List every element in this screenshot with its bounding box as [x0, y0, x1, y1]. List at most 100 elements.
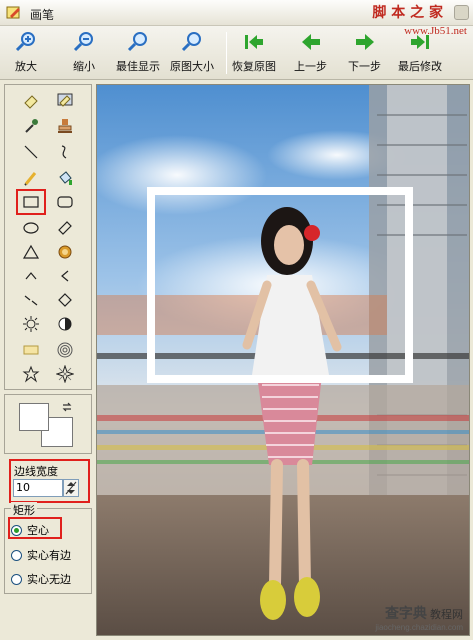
- restore-original-label: 恢复原图: [232, 60, 276, 73]
- half-circle-icon: [58, 317, 72, 331]
- star-tool[interactable]: [17, 363, 45, 385]
- option-filled-no-border[interactable]: 实心无边: [11, 571, 71, 587]
- flower-star-icon: [56, 365, 74, 383]
- half-circle-tool[interactable]: [51, 313, 79, 335]
- color-eraser-icon: [57, 93, 73, 107]
- line-width-input[interactable]: 10: [13, 479, 63, 497]
- redo-label: 下一步: [348, 60, 381, 73]
- original-size-label: 原图大小: [170, 60, 214, 73]
- caret-up-tool[interactable]: [17, 265, 45, 287]
- eraser-tool[interactable]: [17, 89, 45, 111]
- rectangle-icon: [23, 196, 39, 208]
- curve-icon: [61, 145, 67, 159]
- restore-original-button[interactable]: 恢复原图: [232, 30, 276, 78]
- radio-button[interactable]: [11, 549, 22, 561]
- sun-icon: [23, 316, 39, 332]
- pencil-tool[interactable]: [17, 167, 45, 189]
- eyedropper-tool[interactable]: [17, 115, 45, 137]
- rotated-rectangle-icon: [58, 221, 72, 235]
- foreground-color-swatch[interactable]: [19, 403, 49, 431]
- option-hollow-label: 空心: [27, 524, 49, 537]
- image-canvas[interactable]: 查字典 教程网 jiaocheng.chazidian.com: [96, 84, 470, 636]
- left-arrow-icon: [301, 34, 320, 50]
- diamond-icon: [58, 293, 72, 307]
- fill-bucket-tool[interactable]: [51, 167, 79, 189]
- diamond-tool[interactable]: [51, 289, 79, 311]
- line-width-label: 边线宽度: [14, 465, 58, 478]
- redo-button[interactable]: 下一步: [348, 30, 381, 78]
- undo-label: 上一步: [294, 60, 327, 73]
- line-tool[interactable]: [17, 141, 45, 163]
- undo-button[interactable]: 上一步: [294, 30, 327, 78]
- color-eraser-tool[interactable]: [51, 89, 79, 111]
- triangle-tool[interactable]: [17, 241, 45, 263]
- caret-left-icon: [61, 270, 69, 282]
- dashed-line-icon: [24, 295, 38, 306]
- text-box-tool[interactable]: [17, 339, 45, 361]
- drawn-rectangle[interactable]: [147, 187, 413, 383]
- ellipse-icon: [23, 222, 39, 234]
- magnifier-plus-icon: [15, 32, 35, 52]
- shape-group-title: 矩形: [11, 502, 37, 518]
- dashed-line-tool[interactable]: [17, 289, 45, 311]
- zoom-out-button[interactable]: 缩小: [72, 30, 96, 78]
- triangle-icon: [22, 244, 40, 259]
- best-fit-button[interactable]: 最佳显示: [116, 30, 160, 78]
- radio-button-on[interactable]: [11, 524, 22, 536]
- toolbar: www.Jb51.net 放大 缩小 最佳显示 原图大小 恢复原图 上一步 下一…: [0, 25, 473, 80]
- stamp-icon: [58, 119, 72, 133]
- caret-left-tool[interactable]: [51, 265, 79, 287]
- star-burst-tool[interactable]: [17, 313, 45, 335]
- magnifier-icon: [181, 32, 201, 52]
- rectangle-tool[interactable]: [16, 189, 46, 215]
- zoom-in-button[interactable]: 放大: [14, 30, 38, 78]
- original-size-button[interactable]: 原图大小: [170, 30, 214, 78]
- octagon-tool[interactable]: [51, 241, 79, 263]
- last-edit-button[interactable]: 最后修改: [398, 30, 442, 78]
- magnifier-minus-icon: [73, 32, 93, 52]
- option-filled-border[interactable]: 实心有边: [11, 547, 71, 563]
- zoom-in-label: 放大: [15, 60, 37, 73]
- watermark-title: 查字典: [384, 605, 427, 621]
- option-filled-border-label: 实心有边: [27, 549, 71, 562]
- spiral-icon: [57, 342, 73, 358]
- watermark-subtitle: 教程网: [430, 609, 463, 621]
- best-fit-label: 最佳显示: [116, 60, 160, 73]
- fill-bucket-icon: [59, 171, 72, 185]
- ellipse-tool[interactable]: [17, 217, 45, 239]
- option-hollow[interactable]: 空心: [11, 522, 49, 538]
- option-filled-no-border-label: 实心无边: [27, 573, 71, 586]
- pencil-icon: [24, 172, 37, 186]
- swap-colors-icon[interactable]: [61, 401, 73, 413]
- star-icon: [22, 365, 40, 383]
- watermark-url: jiaocheng.chazidian.com: [375, 623, 463, 632]
- rounded-rectangle-icon: [57, 196, 73, 208]
- canvas-watermark: 查字典 教程网 jiaocheng.chazidian.com: [375, 603, 463, 632]
- tool-palette: [4, 84, 92, 390]
- text-box-icon: [23, 345, 39, 355]
- line-icon: [24, 145, 38, 159]
- spinner-arrows-icon: [65, 481, 77, 495]
- close-button[interactable]: [454, 5, 469, 20]
- rotated-rectangle-tool[interactable]: [51, 217, 79, 239]
- rounded-rectangle-tool[interactable]: [51, 191, 79, 213]
- eraser-icon: [24, 95, 38, 109]
- stamp-tool[interactable]: [51, 115, 79, 137]
- window-title: 画笔: [30, 8, 55, 22]
- magnifier-icon: [127, 32, 147, 52]
- title-bar: 画笔 脚 本 之 家: [0, 0, 473, 26]
- rectangle-options-group: 矩形 空心 实心有边 实心无边: [4, 502, 92, 594]
- color-selector: [4, 394, 92, 454]
- multi-star-tool[interactable]: [51, 363, 79, 385]
- eyedropper-icon: [25, 119, 38, 133]
- last-edit-label: 最后修改: [398, 60, 442, 73]
- toolbar-separator: [226, 32, 227, 74]
- zoom-out-label: 缩小: [73, 60, 95, 73]
- line-width-spinner[interactable]: [63, 479, 79, 497]
- octagon-icon: [58, 245, 72, 259]
- first-arrow-icon: [245, 35, 263, 49]
- line-width-group: 边线宽度 10: [9, 459, 90, 503]
- spiral-tool[interactable]: [51, 339, 79, 361]
- curve-tool[interactable]: [51, 141, 79, 163]
- radio-button[interactable]: [11, 573, 22, 585]
